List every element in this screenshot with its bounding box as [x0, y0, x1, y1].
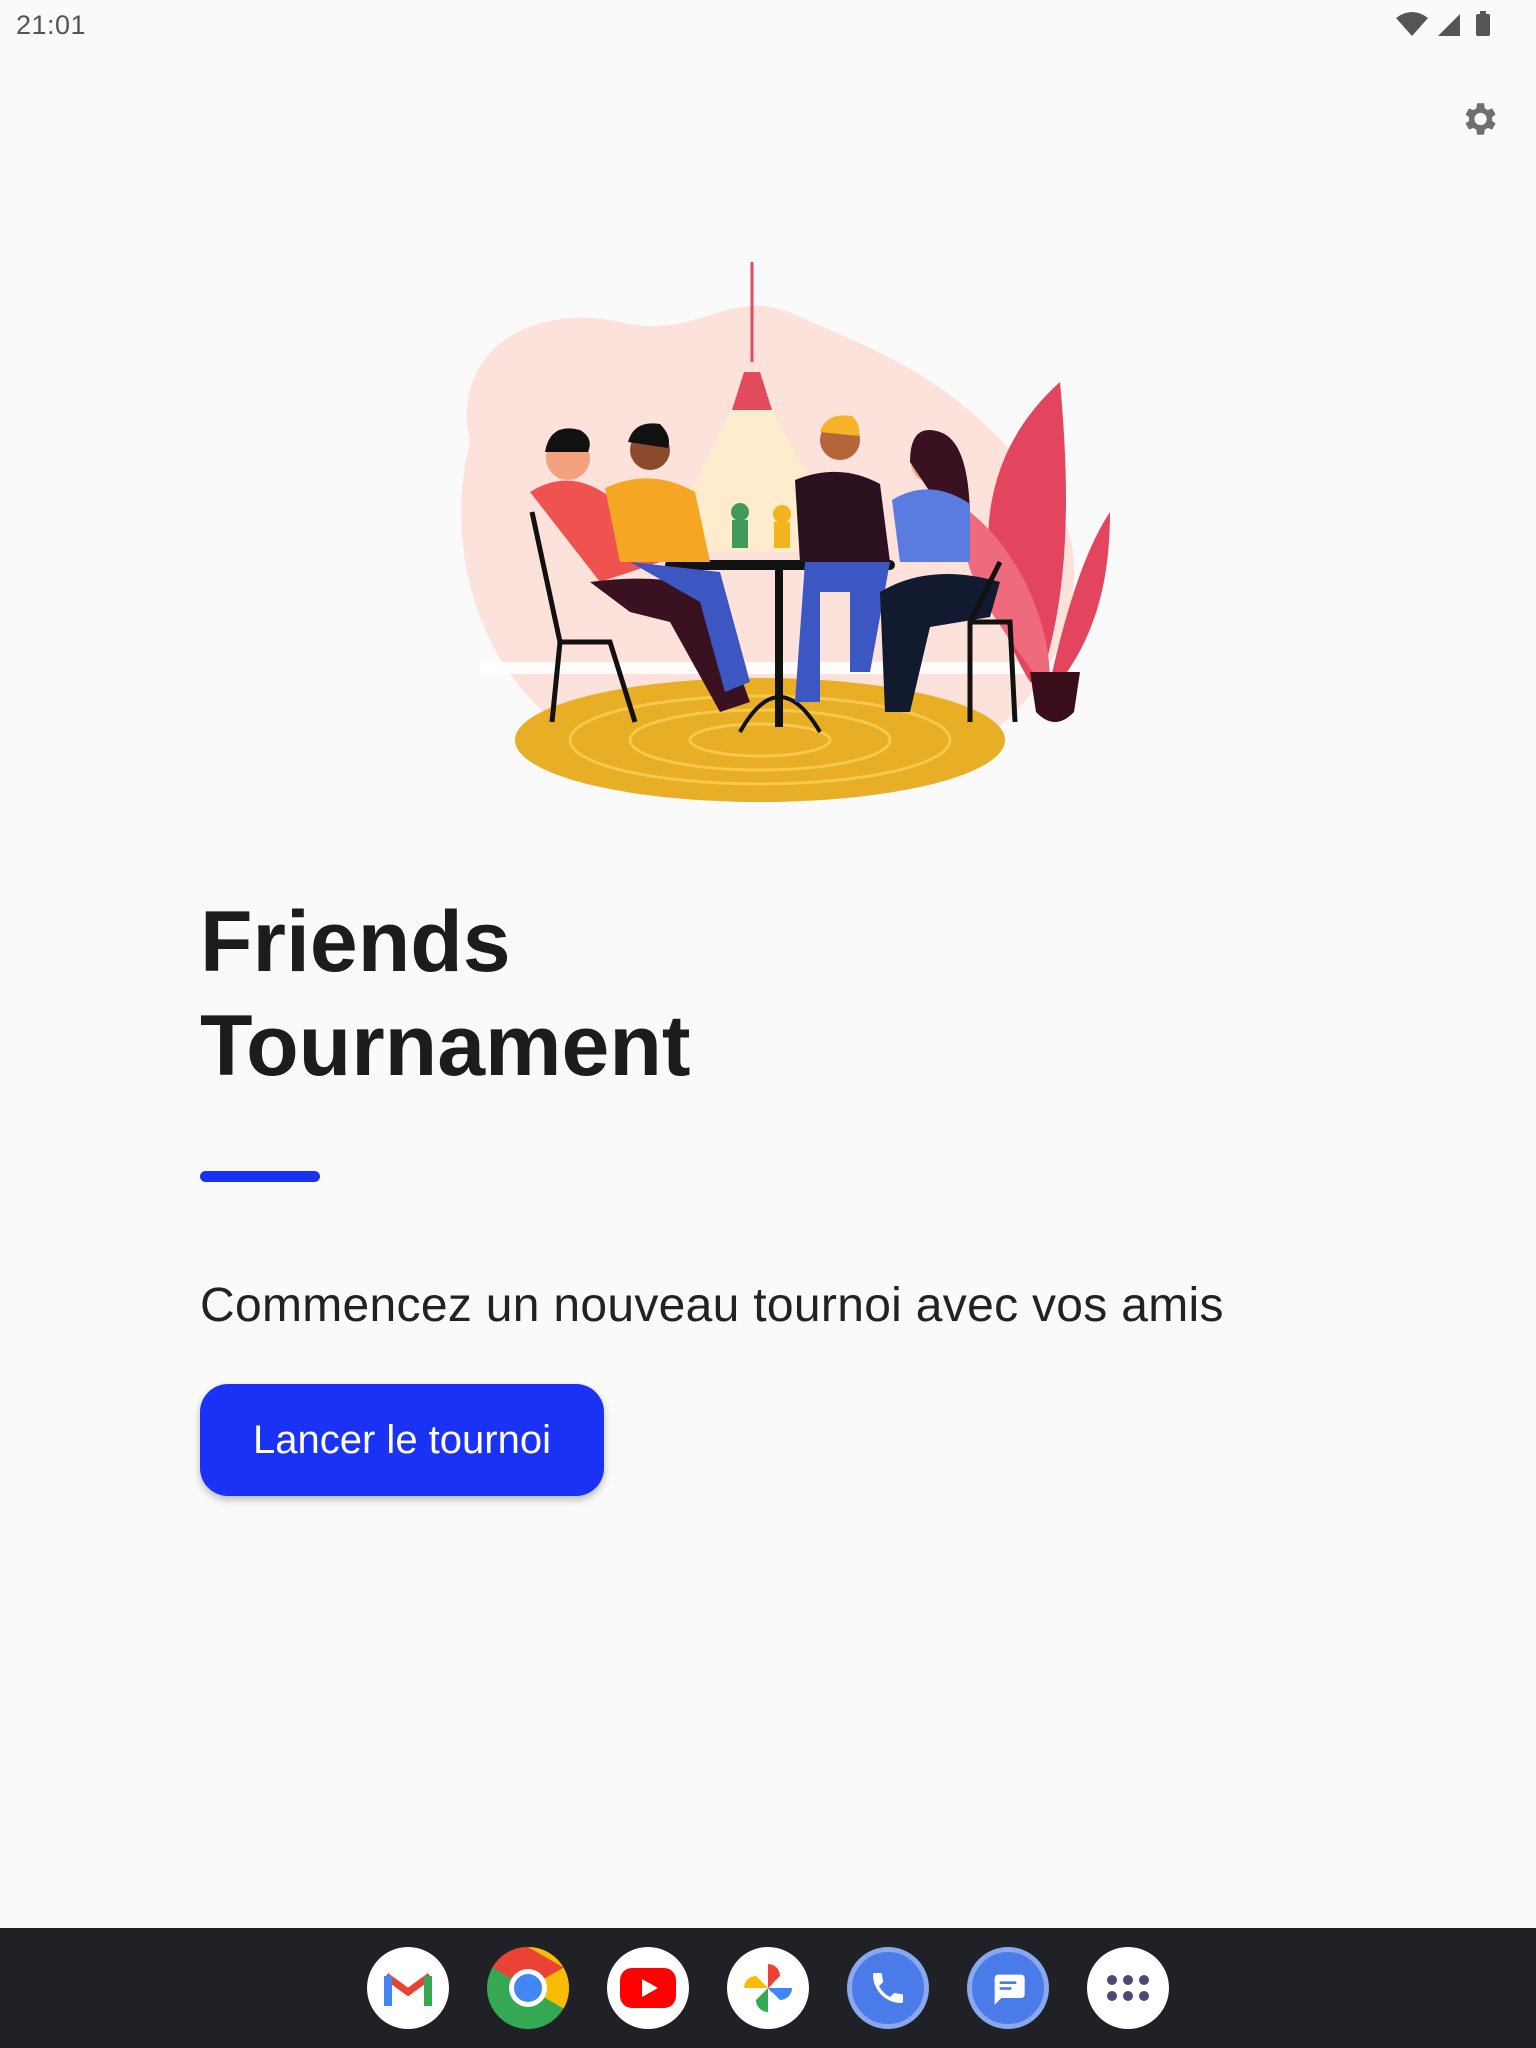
accent-divider: [200, 1171, 320, 1182]
page-title: Friends Tournament: [200, 890, 1100, 1098]
status-time: 21:01: [16, 10, 87, 40]
app-screen: 21:01 Friends Tournament Commencez un no…: [0, 0, 1536, 2048]
battery-icon: [1476, 14, 1490, 36]
signal-icon: [1438, 14, 1460, 36]
gmail-icon[interactable]: [367, 1947, 449, 2029]
phone-icon[interactable]: [847, 1947, 929, 2029]
wifi-icon: [1396, 12, 1428, 36]
chrome-icon[interactable]: [487, 1947, 569, 2029]
app-drawer-icon[interactable]: [1087, 1947, 1169, 2029]
title-line-2: Tournament: [200, 998, 691, 1094]
friends-playing-board-game-illustration: [461, 262, 1110, 802]
app-dock: [0, 1928, 1536, 2048]
title-line-1: Friends: [200, 894, 511, 990]
subtitle-text: Commencez un nouveau tournoi avec vos am…: [200, 1279, 1224, 1332]
gear-icon: [1465, 103, 1496, 135]
launch-tournament-button[interactable]: Lancer le tournoi: [200, 1384, 604, 1496]
messages-icon[interactable]: [967, 1947, 1049, 2029]
photos-icon[interactable]: [727, 1947, 809, 2029]
youtube-icon[interactable]: [607, 1947, 689, 2029]
settings-button[interactable]: [1456, 96, 1502, 142]
status-icons: [1396, 11, 1490, 36]
